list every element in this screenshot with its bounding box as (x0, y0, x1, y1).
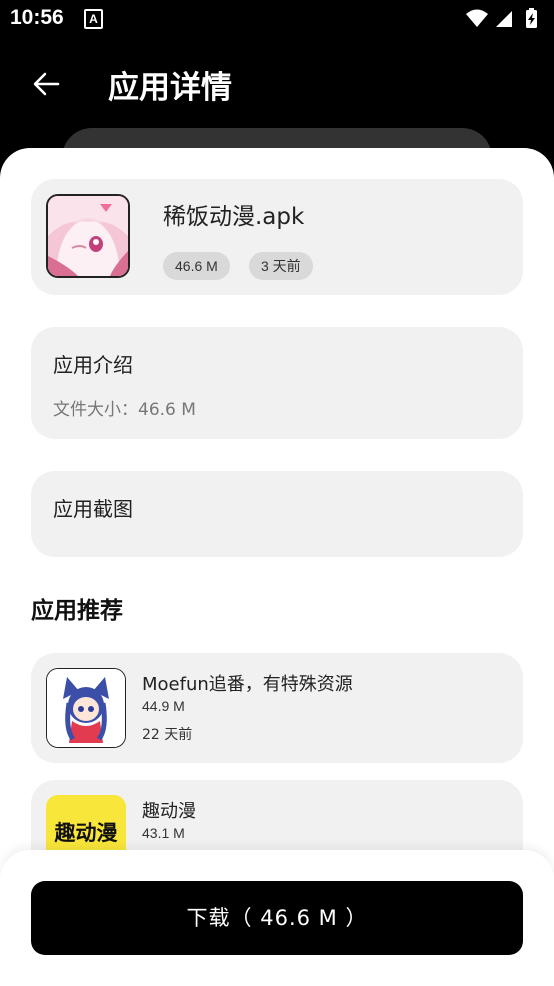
wifi-icon (466, 9, 488, 27)
page-title: 应用详情 (108, 70, 232, 106)
anime-girl-icon (48, 196, 128, 276)
app-header: 应用详情 (0, 40, 554, 130)
notification-icon: A (84, 9, 103, 29)
screenshots-card: 应用截图 (31, 471, 523, 557)
signal-icon (496, 11, 512, 27)
recommend-app-name: 趣动漫 (142, 801, 196, 822)
file-size-text: 文件大小：46.6 M (53, 400, 196, 420)
recommend-app-time: 22 天前 (142, 727, 193, 743)
recommend-section-title: 应用推荐 (31, 598, 123, 624)
app-icon-logo-text: 趣动漫 (54, 821, 118, 845)
download-button[interactable]: 下载（ 46.6 M ） (31, 881, 523, 955)
intro-title: 应用介绍 (53, 353, 133, 377)
app-info-card: 稀饭动漫.apk 46.6 M 3 天前 (31, 179, 523, 295)
bottom-action-bar: 下载（ 46.6 M ） (0, 850, 554, 986)
app-icon (46, 194, 130, 278)
status-time: 10:56 (10, 6, 64, 29)
catgirl-icon (47, 669, 125, 747)
recommend-app-size: 43.1 M (142, 825, 185, 841)
size-badge: 46.6 M (163, 252, 230, 280)
status-bar: 10:56 A (0, 0, 554, 38)
system-status-icons (466, 8, 537, 28)
back-arrow-icon[interactable] (28, 66, 64, 102)
recommend-item[interactable]: Moefun追番，有特殊资源 44.9 M 22 天前 (31, 653, 523, 763)
screenshots-title: 应用截图 (53, 497, 133, 521)
intro-card: 应用介绍 文件大小：46.6 M (31, 327, 523, 439)
recommend-app-size: 44.9 M (142, 698, 185, 714)
recommend-app-icon (46, 668, 126, 748)
time-badge: 3 天前 (249, 252, 313, 280)
app-name: 稀饭动漫.apk (163, 204, 305, 230)
recommend-app-name: Moefun追番，有特殊资源 (142, 674, 353, 695)
